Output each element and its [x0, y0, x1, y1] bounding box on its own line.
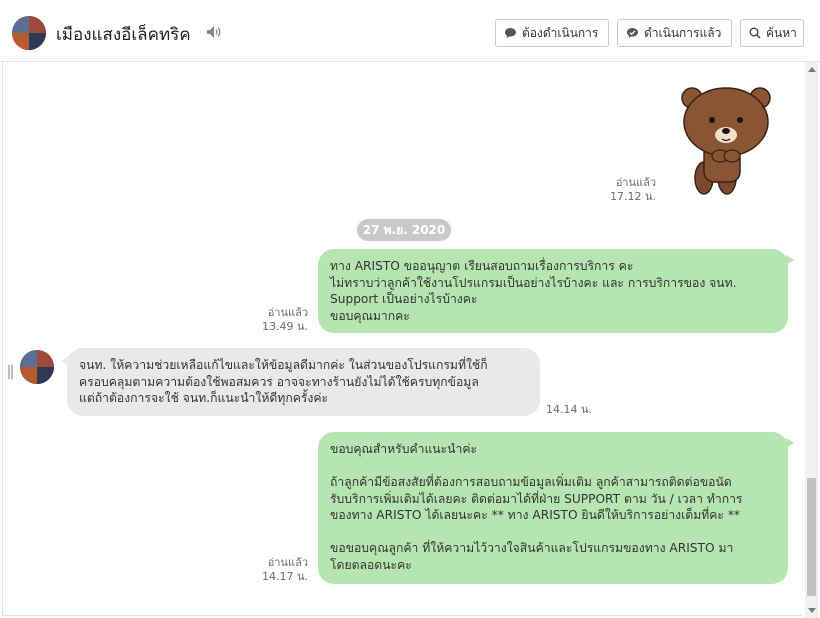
read-status: อ่านแล้ว [615, 176, 656, 189]
message-line: แต่ถ้าต้องการจะใช้ จนท.ก็แนะนำให้ดีทุกคร… [79, 391, 329, 405]
message-time: 14.14 น. [546, 403, 593, 416]
search-button[interactable]: ค้นหา [740, 19, 804, 47]
scroll-up-arrow-icon[interactable] [808, 67, 816, 72]
pending-button-label: ต้องดำเนินการ [522, 25, 599, 40]
drag-handle[interactable] [8, 365, 13, 379]
bubble-tail [786, 255, 794, 265]
message-line: โดยตลอดนะคะ [330, 557, 412, 572]
message-meta: 14.14 น. [540, 403, 593, 417]
outgoing-message[interactable]: ขอบคุณสำหรับคำแนะนำค่ะ ถ้าลูกค้ามีข้อสงส… [318, 432, 794, 584]
message-time: 14.17 น. [261, 570, 308, 583]
scrollbar-thumb[interactable] [807, 478, 816, 596]
message-line: รับบริการเพิ่มเติมได้เลยคะ ติดต่อมาได้ที… [330, 491, 743, 506]
message-line: ของทาง ARISTO ได้เลยนะคะ ** ทาง ARISTO ย… [330, 508, 741, 522]
message-line: ครอบคลุมตามความต้องใช้พอสมควร อาจจะทางร้… [79, 374, 479, 389]
message-line [330, 524, 776, 541]
message-meta: อ่านแล้ว 13.49 น. [252, 306, 308, 334]
pending-button[interactable]: ต้องดำเนินการ [495, 19, 609, 47]
bubble-tail [61, 356, 69, 366]
message-line: ทาง ARISTO ขออนุญาต เรียนสอบถามเรื่องการ… [330, 259, 634, 273]
scroll-down-arrow-icon[interactable] [808, 608, 816, 613]
chat-check-icon [627, 28, 638, 38]
message-line: ขอบคุณสำหรับคำแนะนำค่ะ [330, 442, 478, 456]
message-line: ไม่ทราบว่าลูกค้าใช้งานโปรแกรมเป็นอย่างไร… [330, 275, 737, 290]
bear-sticker [681, 87, 771, 195]
chat-header: เมืองแสงอีเล็คทริค ต้องดำเนินการ ดำเนินก… [0, 0, 820, 62]
message-line: ขอบคุณมากคะ [330, 308, 410, 323]
outgoing-message[interactable]: ทาง ARISTO ขออนุญาต เรียนสอบถามเรื่องการ… [318, 249, 794, 333]
message-time: 13.49 น. [261, 320, 308, 333]
customer-avatar[interactable] [20, 350, 54, 384]
done-button[interactable]: ดำเนินการแล้ว [617, 19, 732, 47]
search-button-label: ค้นหา [766, 25, 797, 40]
chat-area[interactable]: อ่านแล้ว 17.12 น. 27 พ.ย. 2020 อ่านแล้ว … [0, 62, 820, 618]
message-line: จนท. ให้ความช่วยเหลือแก้ไขและให้ข้อมูลดี… [79, 358, 488, 372]
read-status: อ่านแล้ว [267, 556, 308, 569]
message-time: 17.12 น. [609, 190, 656, 203]
done-button-label: ดำเนินการแล้ว [644, 25, 722, 40]
chat-title: เมืองแสงอีเล็คทริค [56, 25, 191, 45]
message-line: Support เป็นอย่างไรบ้างคะ [330, 292, 478, 306]
read-status: อ่านแล้ว [267, 306, 308, 319]
incoming-message[interactable]: จนท. ให้ความช่วยเหลือแก้ไขและให้ข้อมูลดี… [61, 348, 540, 416]
bubble-tail [786, 438, 794, 448]
shop-avatar[interactable] [12, 16, 46, 50]
vertical-scrollbar[interactable] [805, 62, 818, 618]
speaker-icon[interactable] [206, 25, 222, 39]
chat-bubble-icon [505, 28, 516, 38]
message-line: ขอขอบคุณลูกค้า ที่ให้ความไว้วางใจสินค้าแ… [330, 541, 734, 555]
search-icon [749, 27, 761, 39]
message-meta: อ่านแล้ว 14.17 น. [252, 556, 308, 584]
date-separator: 27 พ.ย. 2020 [357, 219, 451, 241]
sticker-meta: อ่านแล้ว 17.12 น. [600, 176, 656, 204]
message-line: ถ้าลูกค้ามีข้อสงสัยที่ต้องการสอบถามข้อมู… [330, 475, 732, 489]
message-line [330, 458, 776, 475]
